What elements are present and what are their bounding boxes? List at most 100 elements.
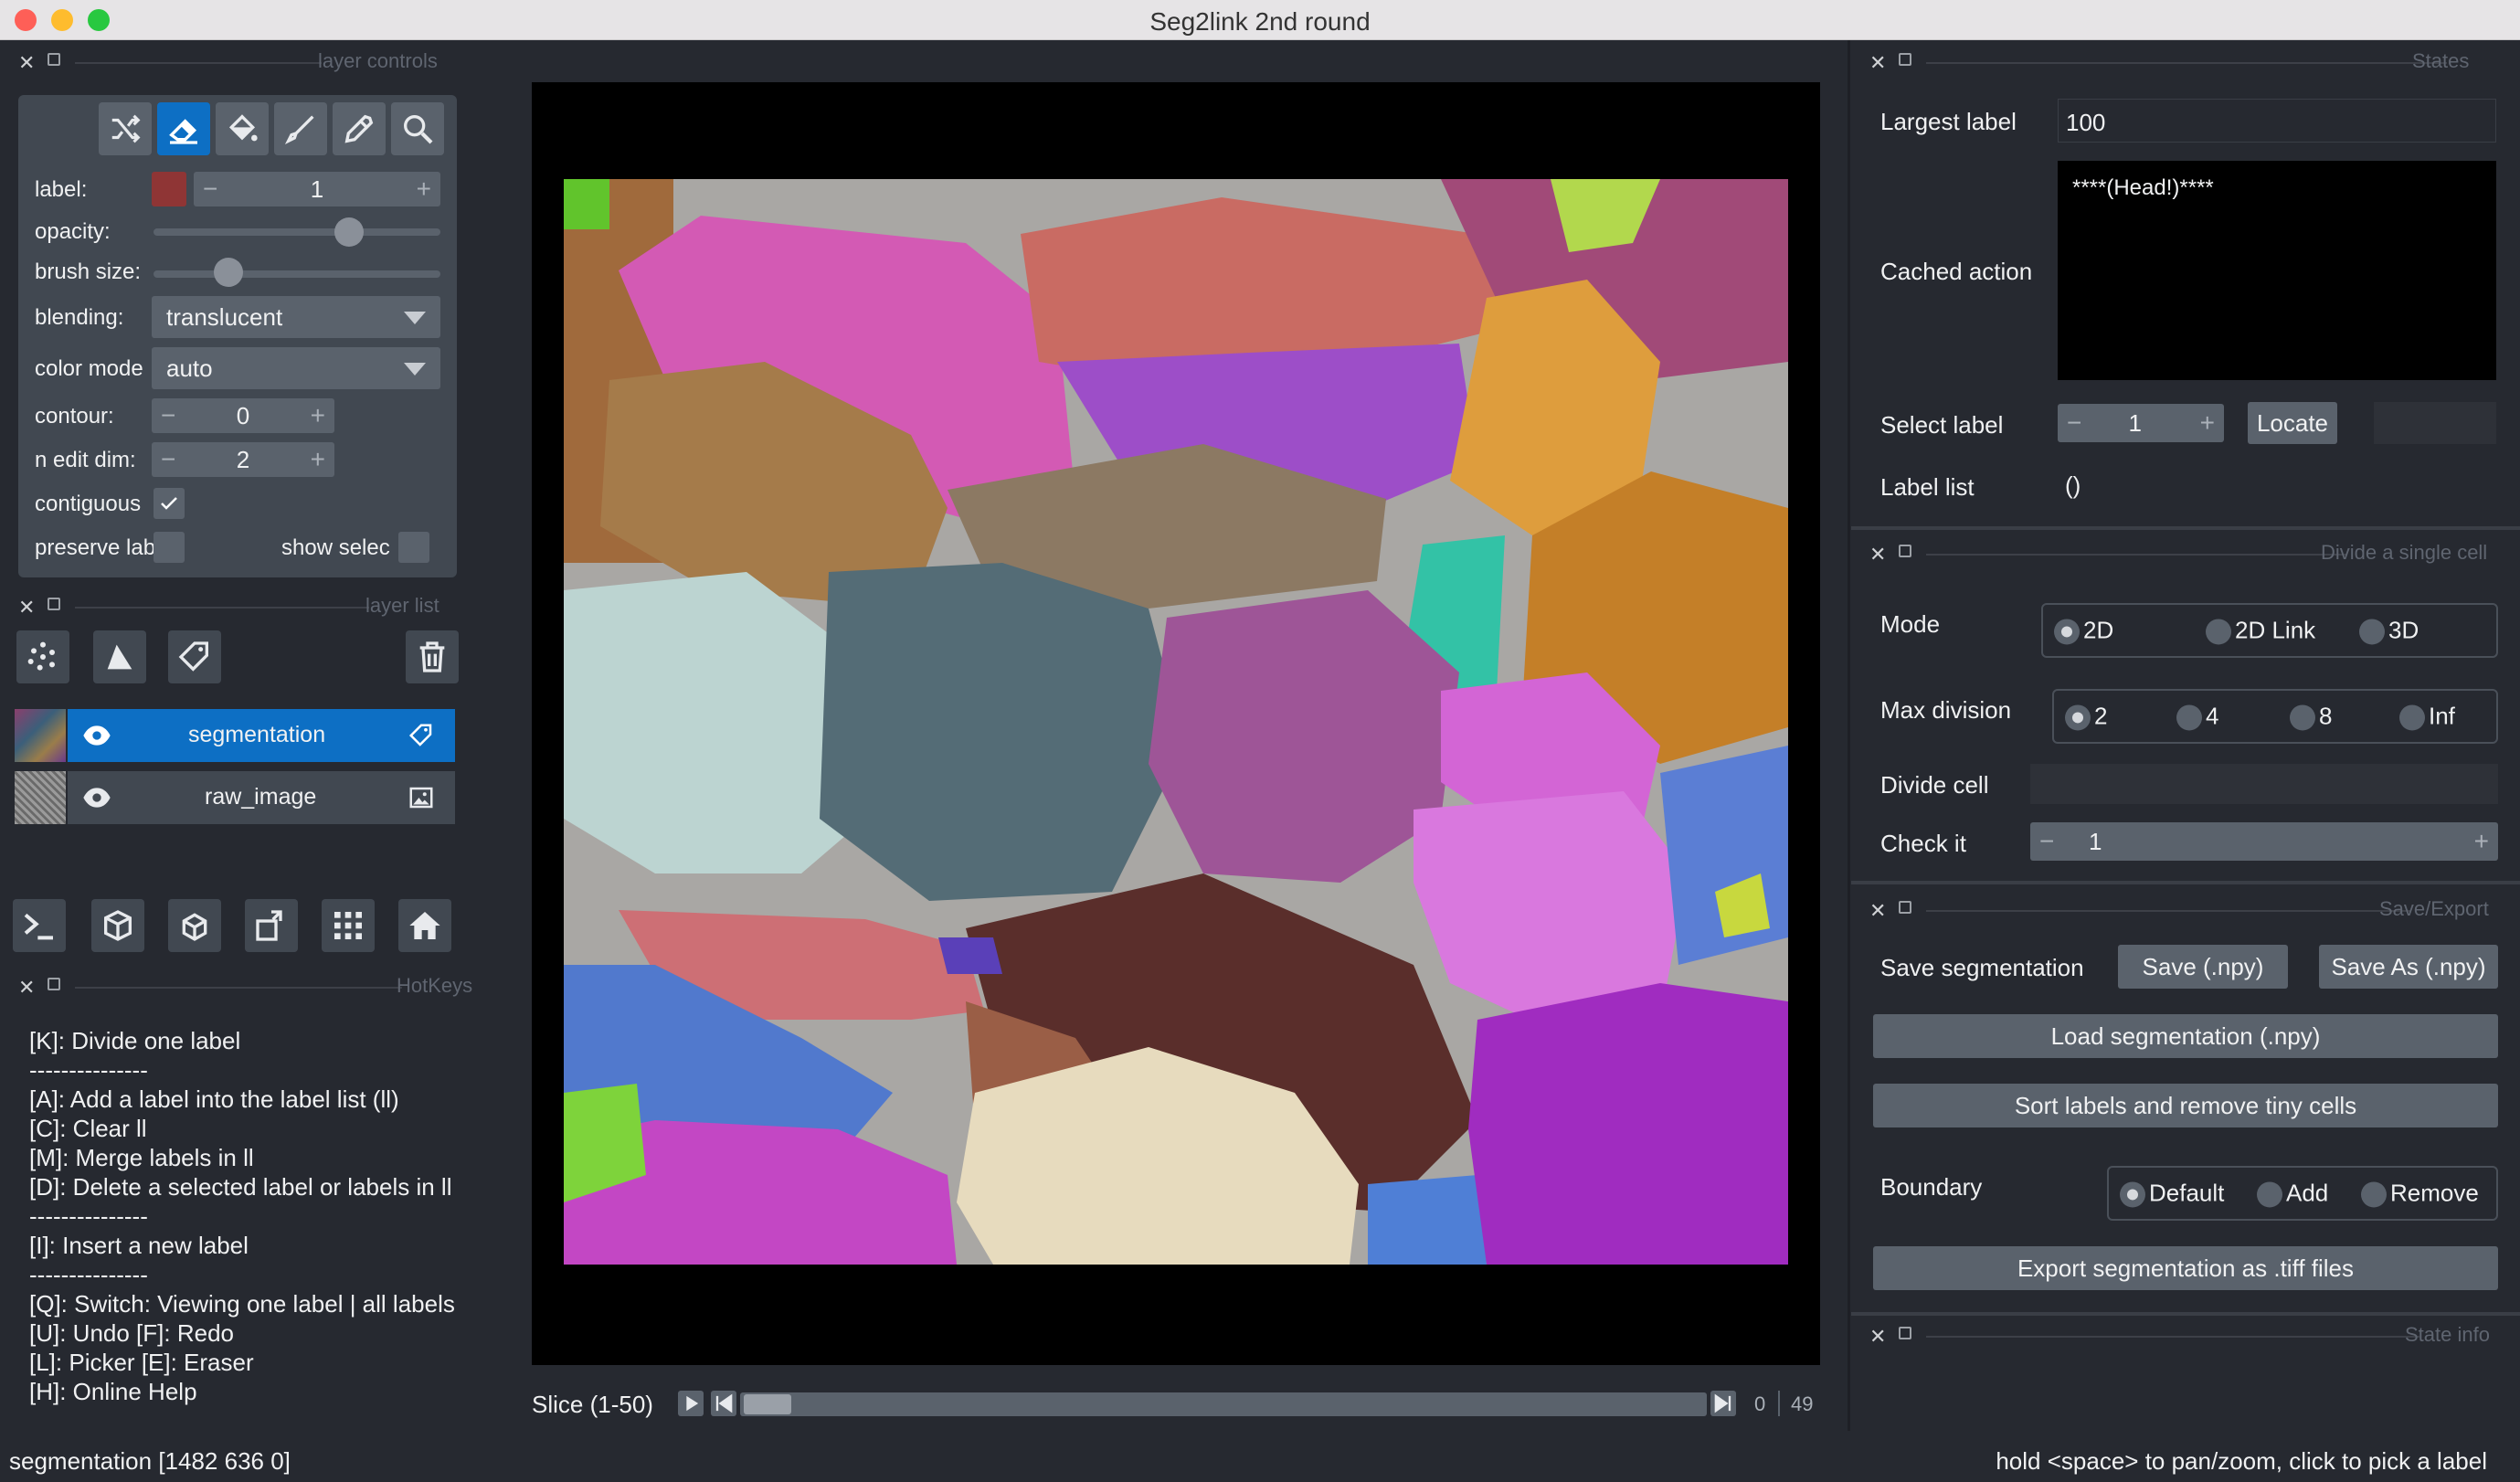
check-it-spinbox[interactable]: − 1 +	[2030, 822, 2498, 861]
float-icon[interactable]	[1899, 545, 1911, 557]
float-icon[interactable]	[48, 53, 60, 66]
play-button[interactable]	[678, 1391, 704, 1416]
opacity-slider[interactable]	[154, 228, 440, 236]
close-icon[interactable]: ✕	[18, 976, 35, 1000]
new-shapes-layer-button[interactable]	[93, 630, 146, 683]
n-edit-dim-value[interactable]: 2	[152, 442, 334, 477]
opacity-slider-handle[interactable]	[334, 217, 364, 247]
hotkey-line: [U]: Undo [F]: Redo	[29, 1319, 234, 1347]
boundary-remove-radio[interactable]: Remove	[2361, 1179, 2479, 1208]
cached-action-textbox[interactable]: ****(Head!)****	[2058, 161, 2496, 380]
slice-slider[interactable]	[740, 1392, 1707, 1416]
fill-bucket-icon	[228, 114, 258, 142]
brush-size-slider-handle[interactable]	[214, 258, 243, 287]
check-it-label: Check it	[1880, 830, 1966, 857]
dock-separator[interactable]	[1848, 40, 1850, 1431]
transpose-axes-button[interactable]	[245, 899, 298, 952]
largest-label-label: Largest label	[1880, 108, 2017, 135]
select-label-spinbox[interactable]: − 1 +	[2058, 404, 2224, 442]
float-icon[interactable]	[1899, 901, 1911, 914]
load-segmentation-button[interactable]: Load segmentation (.npy)	[1873, 1014, 2498, 1058]
increment-icon[interactable]: +	[2200, 408, 2215, 438]
close-icon[interactable]: ✕	[1869, 543, 1886, 566]
save-as-npy-button[interactable]: Save As (.npy)	[2319, 945, 2498, 989]
slice-slider-handle[interactable]	[744, 1394, 791, 1414]
divide-title: Divide a single cell	[2321, 541, 2488, 564]
max-division-8-radio[interactable]: 8	[2290, 702, 2332, 731]
label-value[interactable]: 1	[194, 172, 440, 206]
slider-start-button[interactable]	[711, 1391, 736, 1416]
close-icon[interactable]: ✕	[18, 51, 35, 75]
mode-2d-radio[interactable]: 2D	[2054, 616, 2113, 645]
reset-view-button[interactable]	[398, 899, 451, 952]
close-icon[interactable]: ✕	[1869, 899, 1886, 923]
divide-cell-field[interactable]	[2030, 764, 2498, 804]
save-export-header: ✕ Save/Export	[1869, 895, 2500, 926]
brush-size-slider[interactable]	[154, 270, 440, 278]
viewer-canvas[interactable]	[532, 82, 1820, 1365]
blending-dropdown[interactable]: translucent	[152, 296, 440, 338]
roll-axes-button[interactable]	[168, 899, 221, 952]
locate-button[interactable]: Locate	[2248, 402, 2337, 444]
float-icon[interactable]	[1899, 1327, 1911, 1339]
status-help-text: hold <space> to pan/zoom, click to pick …	[1996, 1447, 2487, 1475]
check-it-value[interactable]: 1	[2030, 822, 2498, 861]
boundary-add-radio[interactable]: Add	[2257, 1179, 2328, 1208]
max-division-2-radio[interactable]: 2	[2065, 702, 2107, 731]
contour-spinbox[interactable]: − 0 +	[152, 398, 334, 433]
mode-2d-link-radio[interactable]: 2D Link	[2206, 616, 2315, 645]
boundary-default-radio[interactable]: Default	[2120, 1179, 2224, 1208]
export-tiff-button[interactable]: Export segmentation as .tiff files	[1873, 1246, 2498, 1290]
toggle-ndisplay-button[interactable]	[91, 899, 144, 952]
layer-name[interactable]: segmentation	[188, 722, 325, 748]
close-icon[interactable]: ✕	[1869, 51, 1886, 75]
grid-view-button[interactable]	[322, 899, 375, 952]
close-icon[interactable]: ✕	[1869, 1325, 1886, 1349]
eye-icon[interactable]	[82, 724, 111, 747]
close-icon[interactable]: ✕	[18, 596, 35, 619]
contour-value[interactable]: 0	[152, 398, 334, 433]
float-icon[interactable]	[48, 598, 60, 610]
delete-layer-button[interactable]	[406, 630, 459, 683]
float-icon[interactable]	[48, 978, 60, 990]
console-button[interactable]	[13, 899, 66, 952]
show-selected-checkbox[interactable]	[398, 532, 429, 563]
picker-button[interactable]	[333, 102, 386, 155]
increment-icon[interactable]: +	[417, 175, 431, 204]
select-label-value[interactable]: 1	[2058, 404, 2142, 442]
max-division-4-radio[interactable]: 4	[2176, 702, 2218, 731]
segmentation-image[interactable]	[564, 179, 1788, 1265]
pan-zoom-button[interactable]	[391, 102, 444, 155]
fill-button[interactable]	[216, 102, 269, 155]
image-icon	[409, 787, 433, 809]
save-npy-button[interactable]: Save (.npy)	[2118, 945, 2288, 989]
label-color-swatch[interactable]	[152, 172, 186, 206]
paint-button[interactable]	[274, 102, 327, 155]
layer-row-segmentation[interactable]: segmentation	[15, 709, 455, 762]
layer-name[interactable]: raw_image	[205, 784, 316, 810]
status-bar: segmentation [1482 636 0] hold <space> t…	[0, 1436, 2520, 1482]
slider-end-button[interactable]	[1710, 1391, 1736, 1416]
max-division-inf-radio[interactable]: Inf	[2399, 702, 2455, 731]
preserve-labels-checkbox[interactable]	[154, 532, 185, 563]
label-tag-icon	[408, 724, 432, 746]
hotkey-separator: ---------------	[29, 1261, 148, 1288]
sort-labels-button[interactable]: Sort labels and remove tiny cells	[1873, 1084, 2498, 1127]
float-icon[interactable]	[1899, 53, 1911, 66]
contiguous-checkbox[interactable]	[154, 488, 185, 519]
increment-icon[interactable]: +	[2474, 827, 2489, 856]
label-spinbox[interactable]: − 1 +	[194, 172, 440, 206]
eye-icon[interactable]	[82, 786, 111, 810]
eraser-button[interactable]	[157, 102, 210, 155]
new-labels-layer-button[interactable]	[168, 630, 221, 683]
color-mode-dropdown[interactable]: auto	[152, 347, 440, 389]
increment-icon[interactable]: +	[311, 445, 325, 474]
layer-row-raw-image[interactable]: raw_image	[15, 771, 455, 824]
shuffle-colors-button[interactable]	[99, 102, 152, 155]
hotkey-line: [H]: Online Help	[29, 1378, 197, 1405]
mode-3d-radio[interactable]: 3D	[2359, 616, 2419, 645]
n-edit-dim-spinbox[interactable]: − 2 +	[152, 442, 334, 477]
increment-icon[interactable]: +	[311, 401, 325, 430]
new-points-layer-button[interactable]	[16, 630, 69, 683]
locate-result-field	[2374, 402, 2496, 444]
